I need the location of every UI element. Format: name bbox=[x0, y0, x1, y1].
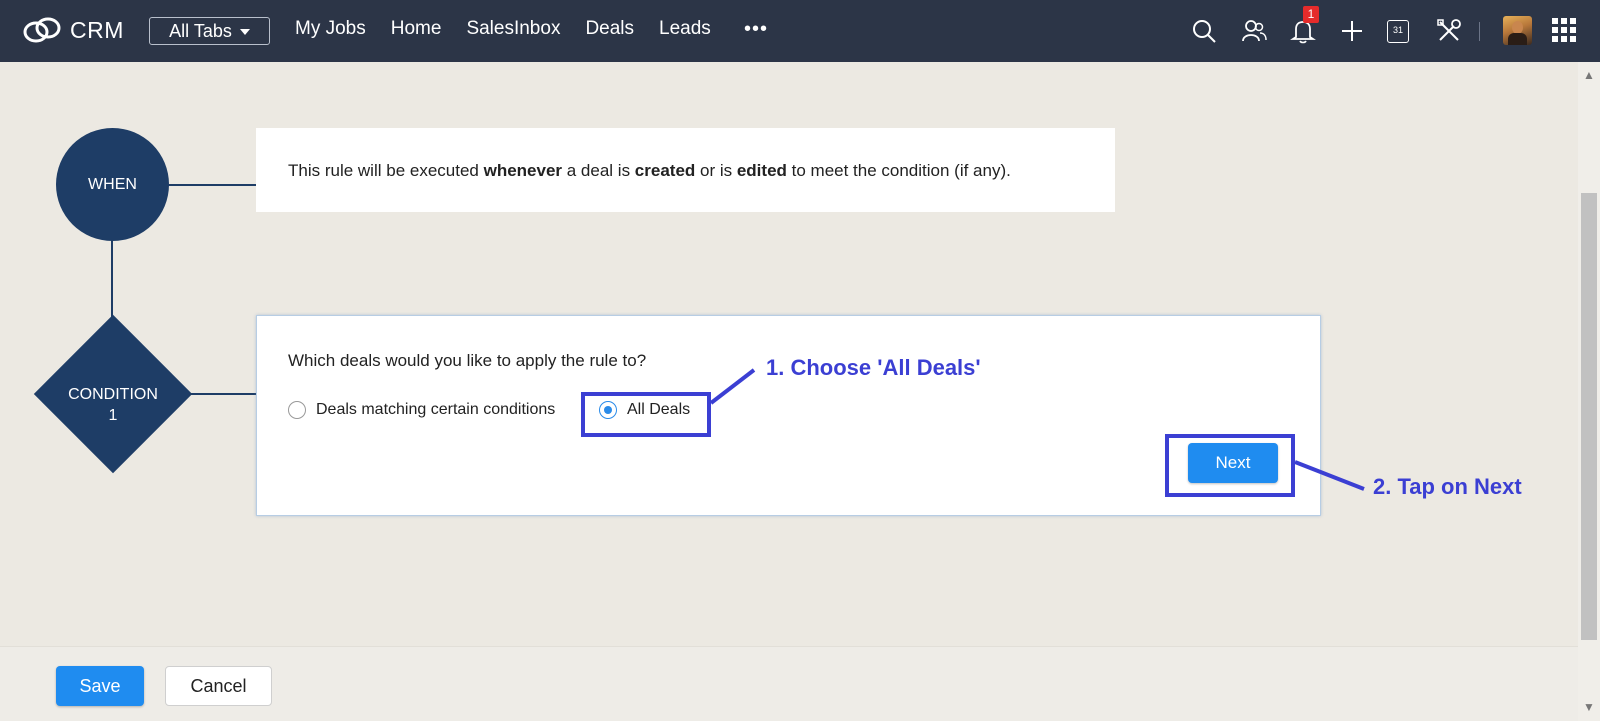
radio-matching-conditions[interactable] bbox=[288, 401, 306, 419]
condition-node-label: CONDITION 1 bbox=[35, 384, 191, 426]
vertical-connector bbox=[111, 240, 113, 318]
condition-question: Which deals would you like to apply the … bbox=[288, 351, 647, 370]
when-text-part: This rule will be executed bbox=[288, 161, 484, 180]
when-bold-edited: edited bbox=[736, 161, 787, 180]
tools-icon[interactable] bbox=[1436, 18, 1462, 44]
calendar-day-label: 31 bbox=[1392, 25, 1403, 35]
annotation-step-1: 1. Choose 'All Deals' bbox=[766, 355, 981, 380]
annotation-step-2: 2. Tap on Next bbox=[1373, 474, 1522, 499]
more-tabs-icon[interactable]: ••• bbox=[744, 18, 768, 41]
when-node: WHEN bbox=[56, 128, 169, 241]
when-bold-whenever: whenever bbox=[483, 161, 563, 180]
option-matching-conditions-label[interactable]: Deals matching certain conditions bbox=[316, 401, 555, 419]
when-card: This rule will be executed whenever a de… bbox=[256, 128, 1115, 212]
scrollbar-thumb[interactable] bbox=[1581, 193, 1597, 640]
when-connector bbox=[168, 184, 258, 186]
crm-logo-icon bbox=[23, 17, 61, 43]
notification-badge: 1 bbox=[1303, 6, 1319, 23]
avatar-body bbox=[1508, 33, 1527, 45]
nav-leads[interactable]: Leads bbox=[659, 18, 711, 40]
avatar[interactable] bbox=[1503, 16, 1532, 45]
calendar-icon[interactable]: 31 bbox=[1387, 20, 1409, 43]
condition-card: Which deals would you like to apply the … bbox=[256, 315, 1321, 516]
main-nav: My Jobs Home SalesInbox Deals Leads bbox=[295, 18, 736, 40]
when-node-label: WHEN bbox=[88, 175, 137, 193]
when-description: This rule will be executed whenever a de… bbox=[288, 161, 1011, 181]
nav-divider bbox=[1479, 22, 1480, 41]
all-tabs-label: All Tabs bbox=[169, 20, 232, 41]
plus-icon[interactable] bbox=[1339, 18, 1365, 44]
contacts-icon[interactable] bbox=[1241, 18, 1267, 44]
caret-down-icon bbox=[239, 29, 250, 35]
crm-logo[interactable]: CRM bbox=[22, 16, 124, 44]
when-text-part: a deal is bbox=[562, 161, 635, 180]
annotation-highlight-next bbox=[1165, 434, 1295, 497]
scroll-down-icon[interactable]: ▼ bbox=[1583, 700, 1595, 714]
top-navigation-bar: CRM All Tabs My Jobs Home SalesInbox Dea… bbox=[0, 0, 1600, 62]
nav-my-jobs[interactable]: My Jobs bbox=[295, 18, 366, 40]
cancel-button[interactable]: Cancel bbox=[165, 666, 272, 706]
logo-text: CRM bbox=[70, 16, 124, 43]
nav-home[interactable]: Home bbox=[391, 18, 442, 40]
when-text-part: to meet the condition (if any). bbox=[786, 161, 1011, 180]
condition-node-label-line2: 1 bbox=[108, 407, 118, 424]
nav-salesinbox[interactable]: SalesInbox bbox=[466, 18, 560, 40]
condition-node-label-line1: CONDITION bbox=[68, 386, 158, 403]
all-tabs-dropdown[interactable]: All Tabs bbox=[149, 17, 270, 45]
apps-grid-icon[interactable] bbox=[1551, 17, 1577, 43]
search-icon[interactable] bbox=[1191, 18, 1217, 44]
nav-deals[interactable]: Deals bbox=[585, 18, 634, 40]
annotation-highlight-all-deals bbox=[581, 392, 711, 437]
when-text-part: or is bbox=[695, 161, 737, 180]
when-bold-created: created bbox=[634, 161, 696, 180]
save-button[interactable]: Save bbox=[56, 666, 144, 706]
option-matching-conditions[interactable]: Deals matching certain conditions bbox=[288, 401, 555, 419]
scroll-up-icon[interactable]: ▲ bbox=[1583, 68, 1595, 82]
condition-connector bbox=[190, 393, 258, 395]
